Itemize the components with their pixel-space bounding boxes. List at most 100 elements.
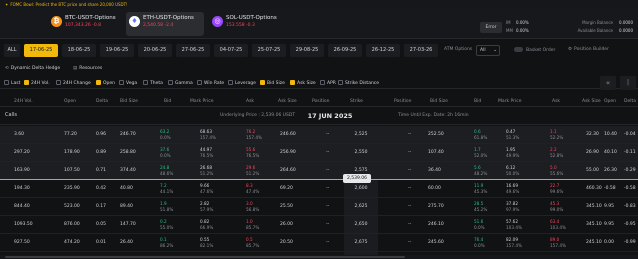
column-toggle-vega[interactable]: Vega: [119, 79, 137, 88]
column-toggle-last[interactable]: Last: [4, 79, 20, 88]
cell-vol[interactable]: 844.40: [14, 198, 30, 216]
column-toggle-24h-change[interactable]: 24H Change: [56, 79, 91, 88]
col-mark-price[interactable]: Mark Price: [190, 96, 214, 107]
cell-pask-size[interactable]: 26.90: [586, 144, 599, 162]
cell-vol[interactable]: 3.60: [14, 126, 24, 144]
cell-pdelta[interactable]: -0.58: [624, 180, 636, 198]
expiry-tab[interactable]: 27-06-25: [176, 44, 210, 57]
cell-bid-size[interactable]: 374.40: [120, 162, 136, 180]
table-row[interactable]: 3.60 77.20 0.96 246.70 63.2 0.0% 68.63 157.4% 76…: [0, 126, 638, 144]
cell-pdelta[interactable]: -0.29: [624, 162, 636, 180]
expiry-tab[interactable]: 19-06-25: [100, 44, 134, 57]
cell-pmark[interactable]: 57.62 103.4%: [506, 219, 522, 231]
cell-ask[interactable]: 55.6 76.5%: [246, 147, 259, 159]
cell-ask[interactable]: 3.0 56.8%: [246, 201, 259, 213]
scroll-thumb[interactable]: [5, 256, 405, 258]
table-row[interactable]: 1093.50 876.00 0.05 147.70 0.2 55.0% 0.82 66.9%…: [0, 216, 638, 234]
cell-ppos[interactable]: --: [408, 234, 411, 252]
cell-pbid[interactable]: 28.5 45.2%: [474, 201, 487, 213]
col-put-mark-price[interactable]: Mark Price: [498, 96, 522, 107]
table-row[interactable]: 844.40 523.00 0.17 89.40 1.9 51.8% 2.82 57.9% 3.…: [0, 198, 638, 216]
cell-vol[interactable]: 163.90: [14, 162, 30, 180]
cell-pbid[interactable]: 76.4 0.0%: [474, 237, 485, 249]
cell-pdelta[interactable]: -0.83: [624, 198, 636, 216]
cell-open[interactable]: 77.20: [64, 126, 77, 144]
cell-vol[interactable]: 194.30: [14, 180, 30, 198]
col-put-delta[interactable]: Delta: [624, 96, 636, 107]
cell-delta[interactable]: 0.17: [96, 198, 106, 216]
cell-popen[interactable]: 26.30: [604, 162, 617, 180]
expiry-tab[interactable]: 27-03-26: [404, 44, 438, 57]
cell-ask-size[interactable]: 26.00: [280, 216, 293, 234]
col-bid[interactable]: Bid: [164, 96, 171, 107]
cell-ask-size[interactable]: 256.90: [280, 144, 296, 162]
symbol-sol[interactable]: ◎ SOL-USDT-Options 153.558 -0.3: [209, 12, 283, 36]
cell-pask-size[interactable]: 245.10: [586, 234, 602, 252]
column-toggle-win-rate[interactable]: Win Rate: [197, 79, 224, 88]
cell-popen[interactable]: 9.95: [604, 216, 614, 234]
cell-popen[interactable]: 10.40: [604, 126, 617, 144]
cell-ask[interactable]: 76.2 157.4%: [246, 129, 262, 141]
col-put-bid[interactable]: Bid: [474, 96, 481, 107]
expiry-tab-all[interactable]: ALL: [4, 44, 20, 57]
cell-vol[interactable]: 1093.50: [14, 216, 33, 234]
cell-ask-size[interactable]: 20.50: [280, 234, 293, 252]
column-toggle-ask-size[interactable]: Ask Size: [290, 79, 316, 88]
cell-popen[interactable]: -0.58: [604, 180, 616, 198]
table-row[interactable]: 927.50 474.20 0.01 26.40 0.1 86.2% 0.55 82.1% 0.…: [0, 234, 638, 252]
cell-pbid[interactable]: 5.6 48.2%: [474, 165, 487, 177]
symbol-eth[interactable]: ♦ ETH-USDT-Options 2,540.58 -2.4: [126, 12, 204, 36]
split-view-icon[interactable]: |: [620, 76, 636, 90]
col-delta[interactable]: Delta: [96, 96, 108, 107]
column-toggle-gamma[interactable]: Gamma: [168, 79, 193, 88]
cell-pbid[interactable]: 1.7 52.0%: [474, 147, 487, 159]
cell-open[interactable]: 474.20: [64, 234, 80, 252]
cell-ask-size[interactable]: 246.60: [280, 126, 296, 144]
column-toggle-theta[interactable]: Theta: [143, 79, 163, 88]
cell-vol[interactable]: 927.50: [14, 234, 30, 252]
cell-pos[interactable]: --: [326, 126, 329, 144]
column-toggle-leverage[interactable]: Leverage: [228, 79, 256, 88]
cell-bid-size[interactable]: 40.80: [120, 180, 133, 198]
col-ask-size[interactable]: Ask Size: [278, 96, 297, 107]
expiry-tab[interactable]: 04-07-25: [214, 44, 248, 57]
cell-ppos[interactable]: --: [408, 144, 411, 162]
cell-pask-size[interactable]: 345.10: [586, 198, 602, 216]
cell-bid[interactable]: 0.2 55.0%: [160, 219, 173, 231]
cell-popen[interactable]: 0.00: [604, 234, 614, 252]
cell-bid[interactable]: 7.2 44.1%: [160, 183, 173, 195]
cell-delta[interactable]: 0.89: [96, 144, 106, 162]
cell-bid[interactable]: 0.1 86.2%: [160, 237, 173, 249]
cell-bid[interactable]: 1.9 51.8%: [160, 201, 173, 213]
cell-mark[interactable]: 0.55 82.1%: [200, 237, 213, 249]
col-put-ask-size[interactable]: Ask Size: [582, 96, 601, 107]
cell-pask-size[interactable]: 345.10: [586, 216, 602, 234]
cell-pdelta[interactable]: -0.99: [624, 234, 636, 252]
col-put-bid-size[interactable]: Bid Size: [430, 96, 448, 107]
expiry-tab[interactable]: 25-07-25: [252, 44, 286, 57]
resources-button[interactable]: ▤ Resources: [73, 63, 102, 74]
column-toggle-bid-size[interactable]: Bid Size: [260, 79, 285, 88]
cell-pmark[interactable]: 16.69 49.6%: [506, 183, 519, 195]
cell-pask-size[interactable]: 55.00: [586, 162, 599, 180]
cell-delta[interactable]: 0.01: [96, 234, 106, 252]
col-bid-size[interactable]: Bid Size: [120, 96, 138, 107]
cell-ask[interactable]: 0.5 85.7%: [246, 237, 259, 249]
cell-ppos[interactable]: --: [408, 126, 411, 144]
cell-open[interactable]: 876.00: [64, 216, 80, 234]
cell-mark[interactable]: 44.97 76.5%: [200, 147, 213, 159]
cell-pask[interactable]: 63.4 103.4%: [550, 219, 566, 231]
error-button[interactable]: Error: [480, 22, 502, 33]
cell-pask[interactable]: 5.0 55.6%: [550, 165, 563, 177]
expiry-tab[interactable]: 26-12-25: [366, 44, 400, 57]
cell-pask[interactable]: 45.3 99.0%: [550, 201, 563, 213]
cell-pdelta[interactable]: -0.95: [624, 216, 636, 234]
cell-ask-size[interactable]: 25.50: [280, 198, 293, 216]
cell-pask[interactable]: 2.2 52.8%: [550, 147, 563, 159]
cell-pask[interactable]: 89.0 157.4%: [550, 237, 566, 249]
table-row[interactable]: 194.30 235.90 0.42 40.80 7.2 44.1% 9.66 47.6% 8.…: [0, 180, 638, 198]
cell-pos[interactable]: --: [326, 234, 329, 252]
atm-options-select[interactable]: All ⌄: [476, 45, 500, 56]
cell-bid[interactable]: 63.2 0.0%: [160, 129, 171, 141]
cell-pbid-size[interactable]: 60.00: [428, 180, 441, 198]
